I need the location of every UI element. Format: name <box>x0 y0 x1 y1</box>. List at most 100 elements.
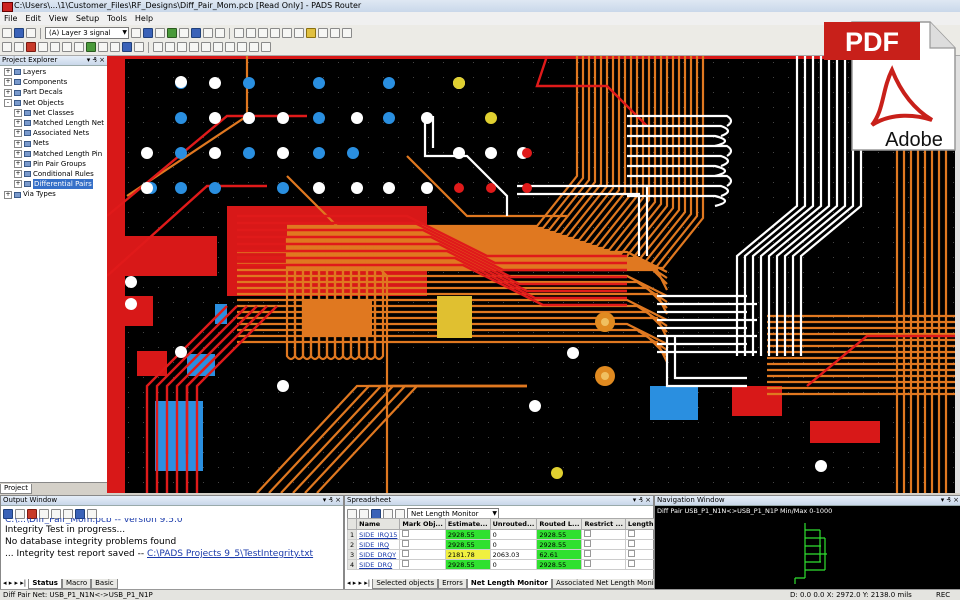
tree-item-associated-nets[interactable]: + Associated Nets <box>0 128 107 138</box>
cut-icon[interactable] <box>153 42 163 52</box>
expand-toggle-icon[interactable]: + <box>4 68 12 77</box>
expand-toggle-icon[interactable]: + <box>4 88 12 97</box>
column-header[interactable]: Estimate... <box>444 518 491 530</box>
report-link[interactable]: C:\PADS Projects 9_5\TestIntegrity.txt <box>147 549 313 559</box>
drc-icon[interactable] <box>330 28 340 38</box>
move-icon[interactable] <box>215 28 225 38</box>
tab-status[interactable]: Status <box>28 579 62 589</box>
tree-item-nets[interactable]: + Nets <box>0 138 107 148</box>
tree-item-matched-length-net[interactable]: + Matched Length Net <box>0 118 107 128</box>
tree-item-differential-pairs[interactable]: + Differential Pairs <box>0 179 107 190</box>
undo-icon[interactable] <box>234 28 244 38</box>
table-row[interactable]: 3 SIDE_DRQY 2181.78 2063.03 62.61 <box>346 549 667 560</box>
route-icon[interactable] <box>179 28 189 38</box>
tab-errors[interactable]: Errors <box>438 579 467 589</box>
expand-toggle-icon[interactable]: + <box>14 119 22 128</box>
tuning-icon[interactable] <box>62 42 72 52</box>
column-header[interactable]: Routed L... <box>536 518 583 530</box>
tab-associated-net-length-monitor[interactable]: Associated Net Length Monitor <box>551 579 668 589</box>
layer-settings-icon[interactable] <box>131 28 141 38</box>
interactive-route-icon[interactable] <box>38 42 48 52</box>
board-icon[interactable] <box>249 42 259 52</box>
filter-icon[interactable] <box>134 42 144 52</box>
delete-icon[interactable] <box>189 42 199 52</box>
column-header[interactable] <box>346 518 358 530</box>
layer-combo[interactable]: (A) Layer 3 signal ▼ <box>45 27 129 39</box>
tree-item-net-objects[interactable]: - Net Objects <box>0 98 107 108</box>
print-icon[interactable] <box>26 28 36 38</box>
expand-toggle-icon[interactable]: + <box>14 170 22 179</box>
menu-view[interactable]: View <box>45 12 72 25</box>
expand-toggle-icon[interactable]: + <box>4 190 12 199</box>
tree-item-matched-length-pin[interactable]: + Matched Length Pin <box>0 149 107 159</box>
menu-file[interactable]: File <box>0 12 21 25</box>
zoom-in-icon[interactable] <box>225 42 235 52</box>
expand-toggle-icon[interactable]: + <box>14 108 22 117</box>
unhighlight-icon[interactable] <box>213 42 223 52</box>
autoroute-icon[interactable] <box>26 42 36 52</box>
highlight-icon[interactable] <box>201 42 211 52</box>
tab-basic[interactable]: Basic <box>91 579 118 589</box>
column-header[interactable]: Name <box>356 518 401 530</box>
properties-icon[interactable] <box>122 42 132 52</box>
tab-selected-objects[interactable]: Selected objects <box>372 579 439 589</box>
redo-icon[interactable] <box>246 28 256 38</box>
test-point-icon[interactable] <box>86 42 96 52</box>
panel-pin-close-icon[interactable]: ▾ ₰ × <box>941 496 959 505</box>
column-header[interactable]: Mark Obj... <box>399 518 446 530</box>
add-route-icon[interactable] <box>14 42 24 52</box>
expand-toggle-icon[interactable]: - <box>4 98 12 107</box>
column-header[interactable]: Restrict ... <box>581 518 626 530</box>
spreadsheet-icon[interactable] <box>110 42 120 52</box>
design-rules-icon[interactable] <box>191 28 201 38</box>
diff-pair-icon[interactable] <box>50 42 60 52</box>
pointer-icon[interactable] <box>2 42 12 52</box>
tree-item-components[interactable]: + Components <box>0 77 107 87</box>
panel-pin-close-icon[interactable]: ▾ ₰ × <box>633 496 651 505</box>
expand-toggle-icon[interactable]: + <box>14 129 22 138</box>
fix-icon[interactable] <box>294 28 304 38</box>
tree-item-net-classes[interactable]: + Net Classes <box>0 108 107 118</box>
navigation-preview[interactable] <box>655 518 960 588</box>
grid-icon[interactable] <box>203 28 213 38</box>
menu-edit[interactable]: Edit <box>21 12 45 25</box>
expand-toggle-icon[interactable]: + <box>4 78 12 87</box>
find-icon[interactable] <box>318 28 328 38</box>
menu-help[interactable]: Help <box>131 12 157 25</box>
tree-item-pin-pair-groups[interactable]: + Pin Pair Groups <box>0 159 107 169</box>
unlock-icon[interactable] <box>282 28 292 38</box>
lock-icon[interactable] <box>270 28 280 38</box>
panel-pin-close-icon[interactable]: ▾ ₰ × <box>323 496 341 505</box>
menu-tools[interactable]: Tools <box>103 12 131 25</box>
expand-toggle-icon[interactable]: + <box>14 159 22 168</box>
paste-icon[interactable] <box>177 42 187 52</box>
expand-toggle-icon[interactable]: + <box>14 139 22 148</box>
tab-net-length-monitor[interactable]: Net Length Monitor <box>466 579 552 589</box>
tree-item-layers[interactable]: + Layers <box>0 67 107 77</box>
tab-macro[interactable]: Macro <box>61 579 92 589</box>
refresh-icon[interactable] <box>261 42 271 52</box>
expand-toggle-icon[interactable]: + <box>14 149 22 158</box>
table-row[interactable]: 1 SIDE_IRQ15 2928.55 0 2928.55 <box>346 529 667 540</box>
column-header[interactable]: Unrouted... <box>489 518 538 530</box>
save-icon[interactable] <box>14 28 24 38</box>
menu-setup[interactable]: Setup <box>72 12 103 25</box>
snap-icon[interactable] <box>342 28 352 38</box>
protect-icon[interactable] <box>306 28 316 38</box>
expand-toggle-icon[interactable]: + <box>14 180 22 189</box>
select-filter-icon[interactable] <box>167 28 177 38</box>
tab-project[interactable]: Project <box>0 484 32 494</box>
zoom-out-icon[interactable] <box>237 42 247 52</box>
length-icon[interactable] <box>98 42 108 52</box>
tree-item-part-decals[interactable]: + Part Decals <box>0 87 107 97</box>
via-icon[interactable] <box>74 42 84 52</box>
tree-item-conditional-rules[interactable]: + Conditional Rules <box>0 169 107 179</box>
copy-icon[interactable] <box>165 42 175 52</box>
zoom-icon[interactable] <box>155 28 165 38</box>
layer-pair-icon[interactable] <box>143 28 153 38</box>
open-icon[interactable] <box>2 28 12 38</box>
table-row[interactable]: 4 SIDE_DRQ 2928.55 0 2928.55 <box>346 559 667 570</box>
panel-pin-close-icon[interactable]: ▾ ₰ × <box>87 56 105 65</box>
cursor-icon[interactable] <box>258 28 268 38</box>
table-row[interactable]: 2 SIDE_IRQ 2928.55 0 2928.55 <box>346 539 667 550</box>
